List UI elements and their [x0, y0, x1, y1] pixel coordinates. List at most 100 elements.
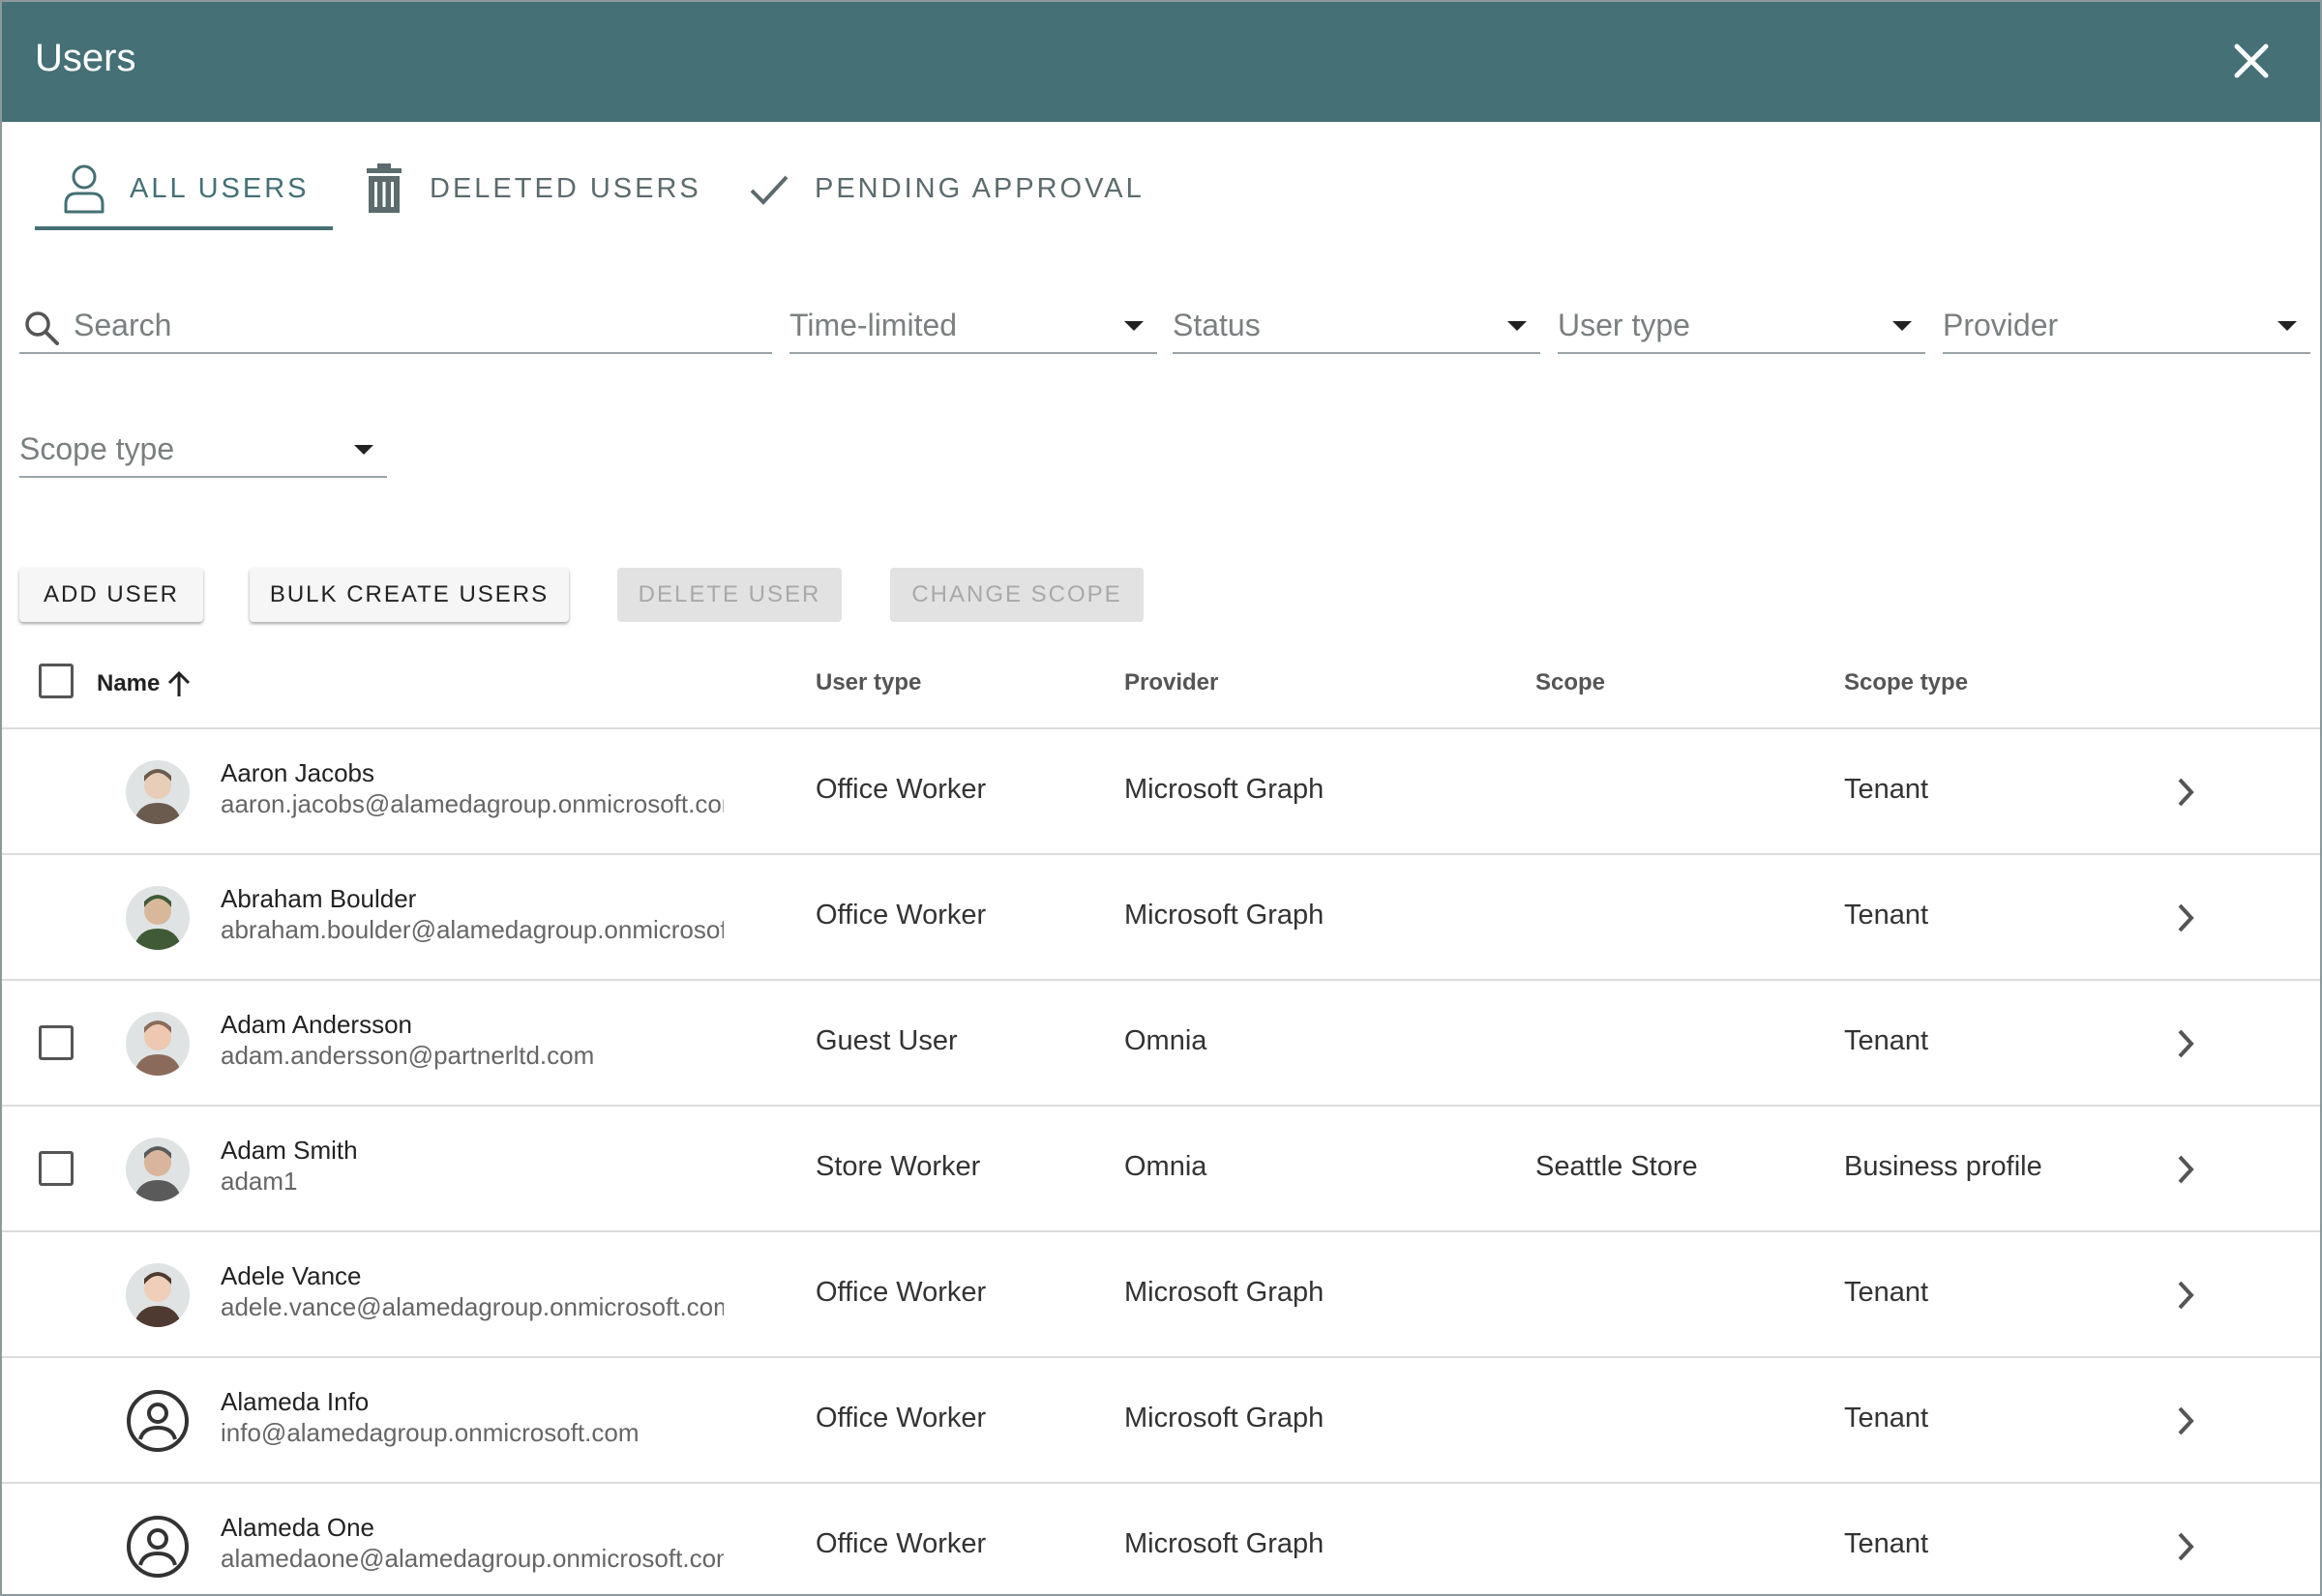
table-row[interactable]: Abraham Boulder abraham.boulder@alamedagr… — [2, 855, 2320, 981]
row-open-button[interactable] — [2171, 1273, 2200, 1317]
chevron-right-icon — [2178, 1155, 2194, 1184]
user-type-column-header[interactable]: User type — [816, 669, 921, 696]
chevron-right-icon — [2178, 778, 2194, 807]
row-open-button[interactable] — [2171, 1147, 2200, 1192]
dropdown-arrow-icon — [2277, 321, 2297, 331]
row-open-button[interactable] — [2171, 770, 2200, 814]
search-input[interactable]: Search — [19, 298, 772, 354]
table-header: Name User type Provider Scope Scope type — [2, 650, 2320, 729]
row-open-button[interactable] — [2171, 1524, 2200, 1569]
user-email: aaron.jacobs@alamedagroup.onmicrosoft.co… — [221, 789, 724, 818]
delete-user-button[interactable]: DELETE USER — [617, 568, 842, 622]
bulk-create-users-button[interactable]: BULK CREATE USERS — [250, 568, 569, 622]
close-button[interactable] — [2227, 37, 2276, 85]
dropdown-arrow-icon — [1507, 321, 1527, 331]
dialog-header: Users — [2, 2, 2320, 122]
active-tab-indicator — [35, 226, 333, 230]
select-label: Scope type — [19, 431, 175, 466]
add-user-button[interactable]: ADD USER — [19, 568, 203, 622]
provider-cell: Microsoft Graph — [1124, 900, 1325, 931]
row-open-button[interactable] — [2171, 1021, 2200, 1066]
table-row[interactable]: Alameda Info info@alamedagroup.onmicrosof… — [2, 1358, 2320, 1484]
dropdown-arrow-icon — [354, 445, 373, 455]
dropdown-arrow-icon — [1124, 321, 1144, 331]
chevron-right-icon — [2178, 1281, 2194, 1310]
tab-label: DELETED USERS — [430, 172, 701, 204]
account-circle-icon — [126, 1389, 190, 1453]
status-select[interactable]: Status — [1173, 298, 1540, 354]
user-email: abraham.boulder@alamedagroup.onmicrosoft… — [221, 915, 724, 944]
select-all-checkbox[interactable] — [39, 664, 74, 698]
user-type-cell: Office Worker — [816, 774, 987, 805]
row-checkbox[interactable] — [39, 1151, 74, 1186]
chevron-right-icon — [2178, 1532, 2194, 1561]
scope-column-header[interactable]: Scope — [1535, 669, 1605, 696]
select-label: Provider — [1943, 308, 2059, 342]
tab-all-users[interactable]: ALL USERS — [60, 147, 310, 230]
provider-column-header[interactable]: Provider — [1124, 669, 1218, 696]
user-type-cell: Store Worker — [816, 1151, 981, 1182]
scope-type-cell: Tenant — [1844, 1403, 1929, 1433]
user-name: Adele Vance — [221, 1261, 362, 1290]
account-circle-icon — [126, 1515, 190, 1579]
avatar — [126, 886, 190, 950]
user-email: adam.andersson@partnerltd.com — [221, 1041, 595, 1070]
avatar — [126, 1012, 190, 1076]
provider-select[interactable]: Provider — [1943, 298, 2310, 354]
user-type-cell: Office Worker — [816, 1403, 987, 1433]
row-open-button[interactable] — [2171, 1399, 2200, 1443]
person-outline-icon — [60, 163, 108, 215]
provider-cell: Microsoft Graph — [1124, 1403, 1325, 1433]
dropdown-arrow-icon — [1892, 321, 1912, 331]
provider-cell: Microsoft Graph — [1124, 774, 1325, 805]
tab-deleted-users[interactable]: DELETED USERS — [360, 147, 701, 230]
scope-type-cell: Tenant — [1844, 774, 1929, 805]
user-name: Alameda Info — [221, 1387, 370, 1416]
scope-cell: Seattle Store — [1535, 1151, 1698, 1182]
row-open-button[interactable] — [2171, 896, 2200, 940]
table-row[interactable]: Alameda One alamedaone@alamedagroup.onmic… — [2, 1484, 2320, 1594]
avatar — [126, 760, 190, 824]
scope-type-cell: Business profile — [1844, 1151, 2042, 1182]
user-email: adam1 — [221, 1167, 298, 1196]
table-row[interactable]: Aaron Jacobs aaron.jacobs@alamedagroup.on… — [2, 729, 2320, 855]
scope-type-cell: Tenant — [1844, 1528, 1929, 1559]
user-email: adele.vance@alamedagroup.onmicrosoft.com — [221, 1292, 724, 1321]
user-type-select[interactable]: User type — [1558, 298, 1925, 354]
user-name: Aaron Jacobs — [221, 758, 374, 787]
chevron-right-icon — [2178, 1029, 2194, 1058]
table-row[interactable]: Adele Vance adele.vance@alamedagroup.onmi… — [2, 1232, 2320, 1358]
user-type-cell: Office Worker — [816, 900, 987, 931]
user-type-cell: Office Worker — [816, 1277, 987, 1308]
name-column-header[interactable]: Name — [97, 669, 193, 698]
select-label: Status — [1173, 308, 1261, 342]
chevron-right-icon — [2178, 903, 2194, 932]
table-row[interactable]: Adam Andersson adam.andersson@partnerltd.… — [2, 981, 2320, 1107]
tab-pending-approval[interactable]: PENDING APPROVAL — [745, 147, 1145, 230]
row-checkbox[interactable] — [39, 1025, 74, 1060]
user-email: info@alamedagroup.onmicrosoft.com — [221, 1418, 640, 1447]
table-row[interactable]: Adam Smith adam1 Store Worker Omnia Seattle … — [2, 1107, 2320, 1232]
column-label: Name — [97, 670, 161, 696]
scope-type-cell: Tenant — [1844, 1277, 1929, 1308]
dialog-title: Users — [35, 37, 136, 79]
scope-type-column-header[interactable]: Scope type — [1844, 669, 1968, 696]
avatar — [126, 1138, 190, 1201]
search-icon — [25, 311, 59, 345]
check-icon — [745, 163, 793, 215]
scope-type-select[interactable]: Scope type — [19, 422, 387, 478]
sort-ascending-icon — [168, 670, 191, 696]
scope-type-cell: Tenant — [1844, 900, 1929, 931]
tab-bar: ALL USERS DELETED USERS PENDING APPROVAL — [35, 147, 1389, 234]
user-type-cell: Guest User — [816, 1025, 958, 1056]
avatar — [126, 1263, 190, 1327]
trash-icon — [360, 163, 408, 215]
time-limited-select[interactable]: Time-limited — [789, 298, 1157, 354]
provider-cell: Omnia — [1124, 1025, 1207, 1056]
select-label: Time-limited — [789, 308, 958, 342]
change-scope-button[interactable]: CHANGE SCOPE — [890, 568, 1144, 622]
user-type-cell: Office Worker — [816, 1528, 987, 1559]
select-label: User type — [1558, 308, 1690, 342]
chevron-right-icon — [2178, 1406, 2194, 1435]
provider-cell: Microsoft Graph — [1124, 1528, 1325, 1559]
